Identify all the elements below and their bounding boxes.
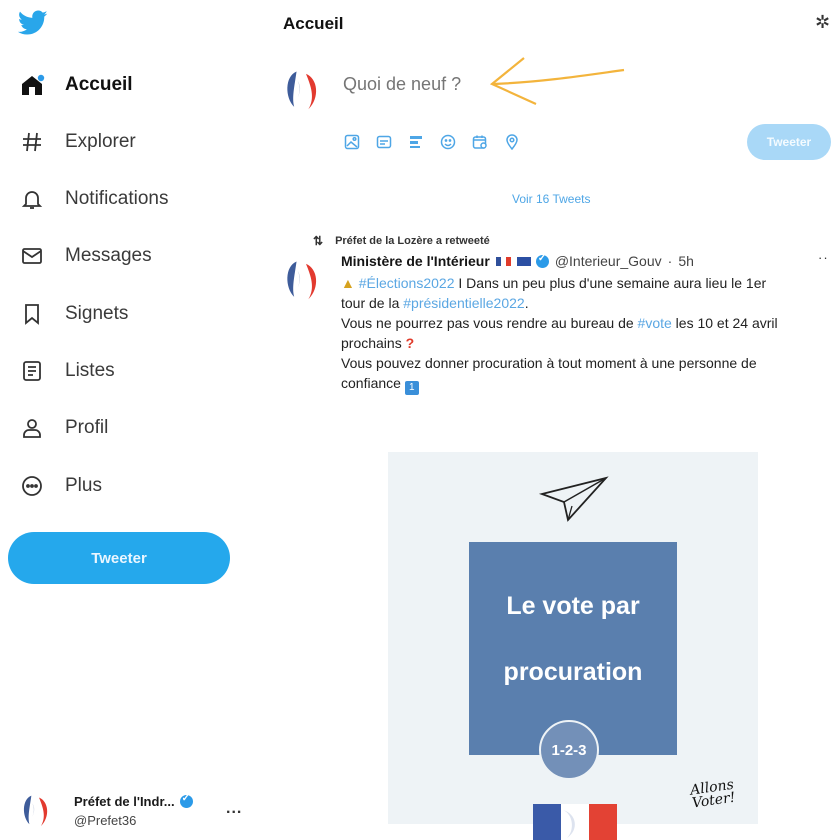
gif-icon[interactable] [375,133,393,151]
sparkle-icon[interactable]: ✲ [815,12,830,33]
sidebar-item-explorer[interactable]: Explorer [18,122,136,162]
sidebar-item-label: Notifications [65,188,169,209]
tweet-text: ▲ #Élections2022 I Dans un peu plus d'un… [341,273,826,395]
more-circle-icon [18,472,46,500]
tweet-text-segment: Vous pouvez donner procuration à tout mo… [341,355,757,371]
image-icon[interactable] [343,133,361,151]
separator: · [667,253,673,269]
tweet-line: Vous ne pourrez pas vous rendre au burea… [341,313,826,333]
page-title: Accueil [283,14,344,33]
tweet-text-segment: . [524,295,529,311]
hashtag-link[interactable]: #présidentielle2022 [403,295,524,311]
tweet-line: prochains ? [341,333,826,353]
list-icon [18,357,46,385]
retweeted-by-text: Préfet de la Lozère a retweeté [335,235,490,247]
envelope-icon [18,242,46,270]
tweet-handle[interactable]: @Interieur_Gouv [555,253,662,269]
republique-francaise-logo [533,804,617,840]
sidebar-item-label: Signets [65,303,129,324]
emoji-icon[interactable] [439,133,457,151]
sidebar-item-label: Plus [65,475,102,496]
handwritten-signature: Allons Voter! [689,776,737,812]
sidebar-item-label: Accueil [65,74,133,95]
tweet-text-segment: les 10 et 24 avril [671,315,778,331]
retweet-context: ⇅ Préfet de la Lozère a retweeté [313,234,490,248]
hashtag-link[interactable]: #Élections2022 [359,275,455,291]
question-mark-emoji-icon: ? [405,335,415,351]
avatar [23,795,48,827]
home-icon [18,71,46,99]
tweet-text-segment: tour de la [341,295,404,311]
tweet-text-segment: I Dans un peu plus d'une semaine aura li… [454,275,767,291]
tweet-line: tour de la #présidentielle2022. [341,293,826,313]
retweet-icon: ⇅ [313,234,324,248]
person-icon [18,414,46,442]
sidebar-item-label: Explorer [65,131,136,152]
compose-tweet-button[interactable]: Tweeter [747,124,831,160]
french-flag-icon [495,256,511,266]
sidebar-item-plus[interactable]: Plus [18,466,102,506]
sidebar-item-messages[interactable]: Messages [18,236,152,276]
bookmark-icon [18,300,46,328]
avatar [287,71,317,110]
tweet-more-icon[interactable]: ·· [818,250,829,265]
avatar[interactable] [280,252,332,304]
ballot-box-icon: ▲ [341,275,355,291]
tweet-text-segment: confiance [341,375,401,391]
steps-badge: 1-2-3 [539,720,599,780]
tweet-header: Ministère de l'Intérieur @Interieur_Gouv… [341,253,694,270]
twitter-bird-icon[interactable] [18,10,48,36]
verified-badge-icon [179,793,193,808]
eu-flag-icon [516,256,531,266]
verified-badge-icon [535,253,549,268]
tweet-time[interactable]: 5h [678,253,694,269]
composer-toolbar [343,133,521,151]
schedule-icon[interactable] [471,133,489,151]
image-title-line2: procuration [503,658,643,686]
arrow-annotation-icon [489,57,625,106]
hashtag-icon [18,128,46,156]
tweet-button[interactable]: Tweeter [8,532,230,584]
sidebar-nav: Accueil Explorer Notifications Messages … [0,0,250,840]
tweet-line: confiance 1 [341,373,826,395]
sidebar-item-label: Listes [65,360,115,381]
bell-icon [18,185,46,213]
tweet-text-segment: prochains [341,335,402,351]
account-handle: @Prefet36 [74,813,137,828]
tweet-media-image[interactable]: Le vote par procuration 1-2-3 Allons Vot… [388,452,758,824]
composer-input[interactable] [343,74,483,95]
tweet-author-name[interactable]: Ministère de l'Intérieur [341,253,490,269]
image-title-line1: Le vote par [506,592,640,620]
sidebar-item-listes[interactable]: Listes [18,351,115,391]
show-new-tweets-link[interactable]: Voir 16 Tweets [512,192,591,206]
sidebar-item-accueil[interactable]: Accueil [18,65,133,105]
keycap-one-emoji: 1 [404,381,419,395]
tweet-line: Vous pouvez donner procuration à tout mo… [341,353,826,373]
sidebar-item-signets[interactable]: Signets [18,294,128,334]
more-icon[interactable]: ... [226,800,242,818]
account-name: Préfet de l'Indr... [74,794,175,809]
sidebar-item-notifications[interactable]: Notifications [18,179,169,219]
account-switcher[interactable]: Préfet de l'Indr... @Prefet36 ... [18,788,258,840]
tweet-line: ▲ #Élections2022 I Dans un peu plus d'un… [341,273,826,293]
tweet-text-segment: Vous ne pourrez pas vous rendre au burea… [341,315,638,331]
sidebar-item-label: Messages [65,245,152,266]
poll-icon[interactable] [407,133,425,151]
sidebar-item-profil[interactable]: Profil [18,408,108,448]
paper-plane-icon [538,476,609,522]
location-icon[interactable] [503,133,521,151]
hashtag-link[interactable]: #vote [638,315,672,331]
sidebar-item-label: Profil [65,417,109,438]
